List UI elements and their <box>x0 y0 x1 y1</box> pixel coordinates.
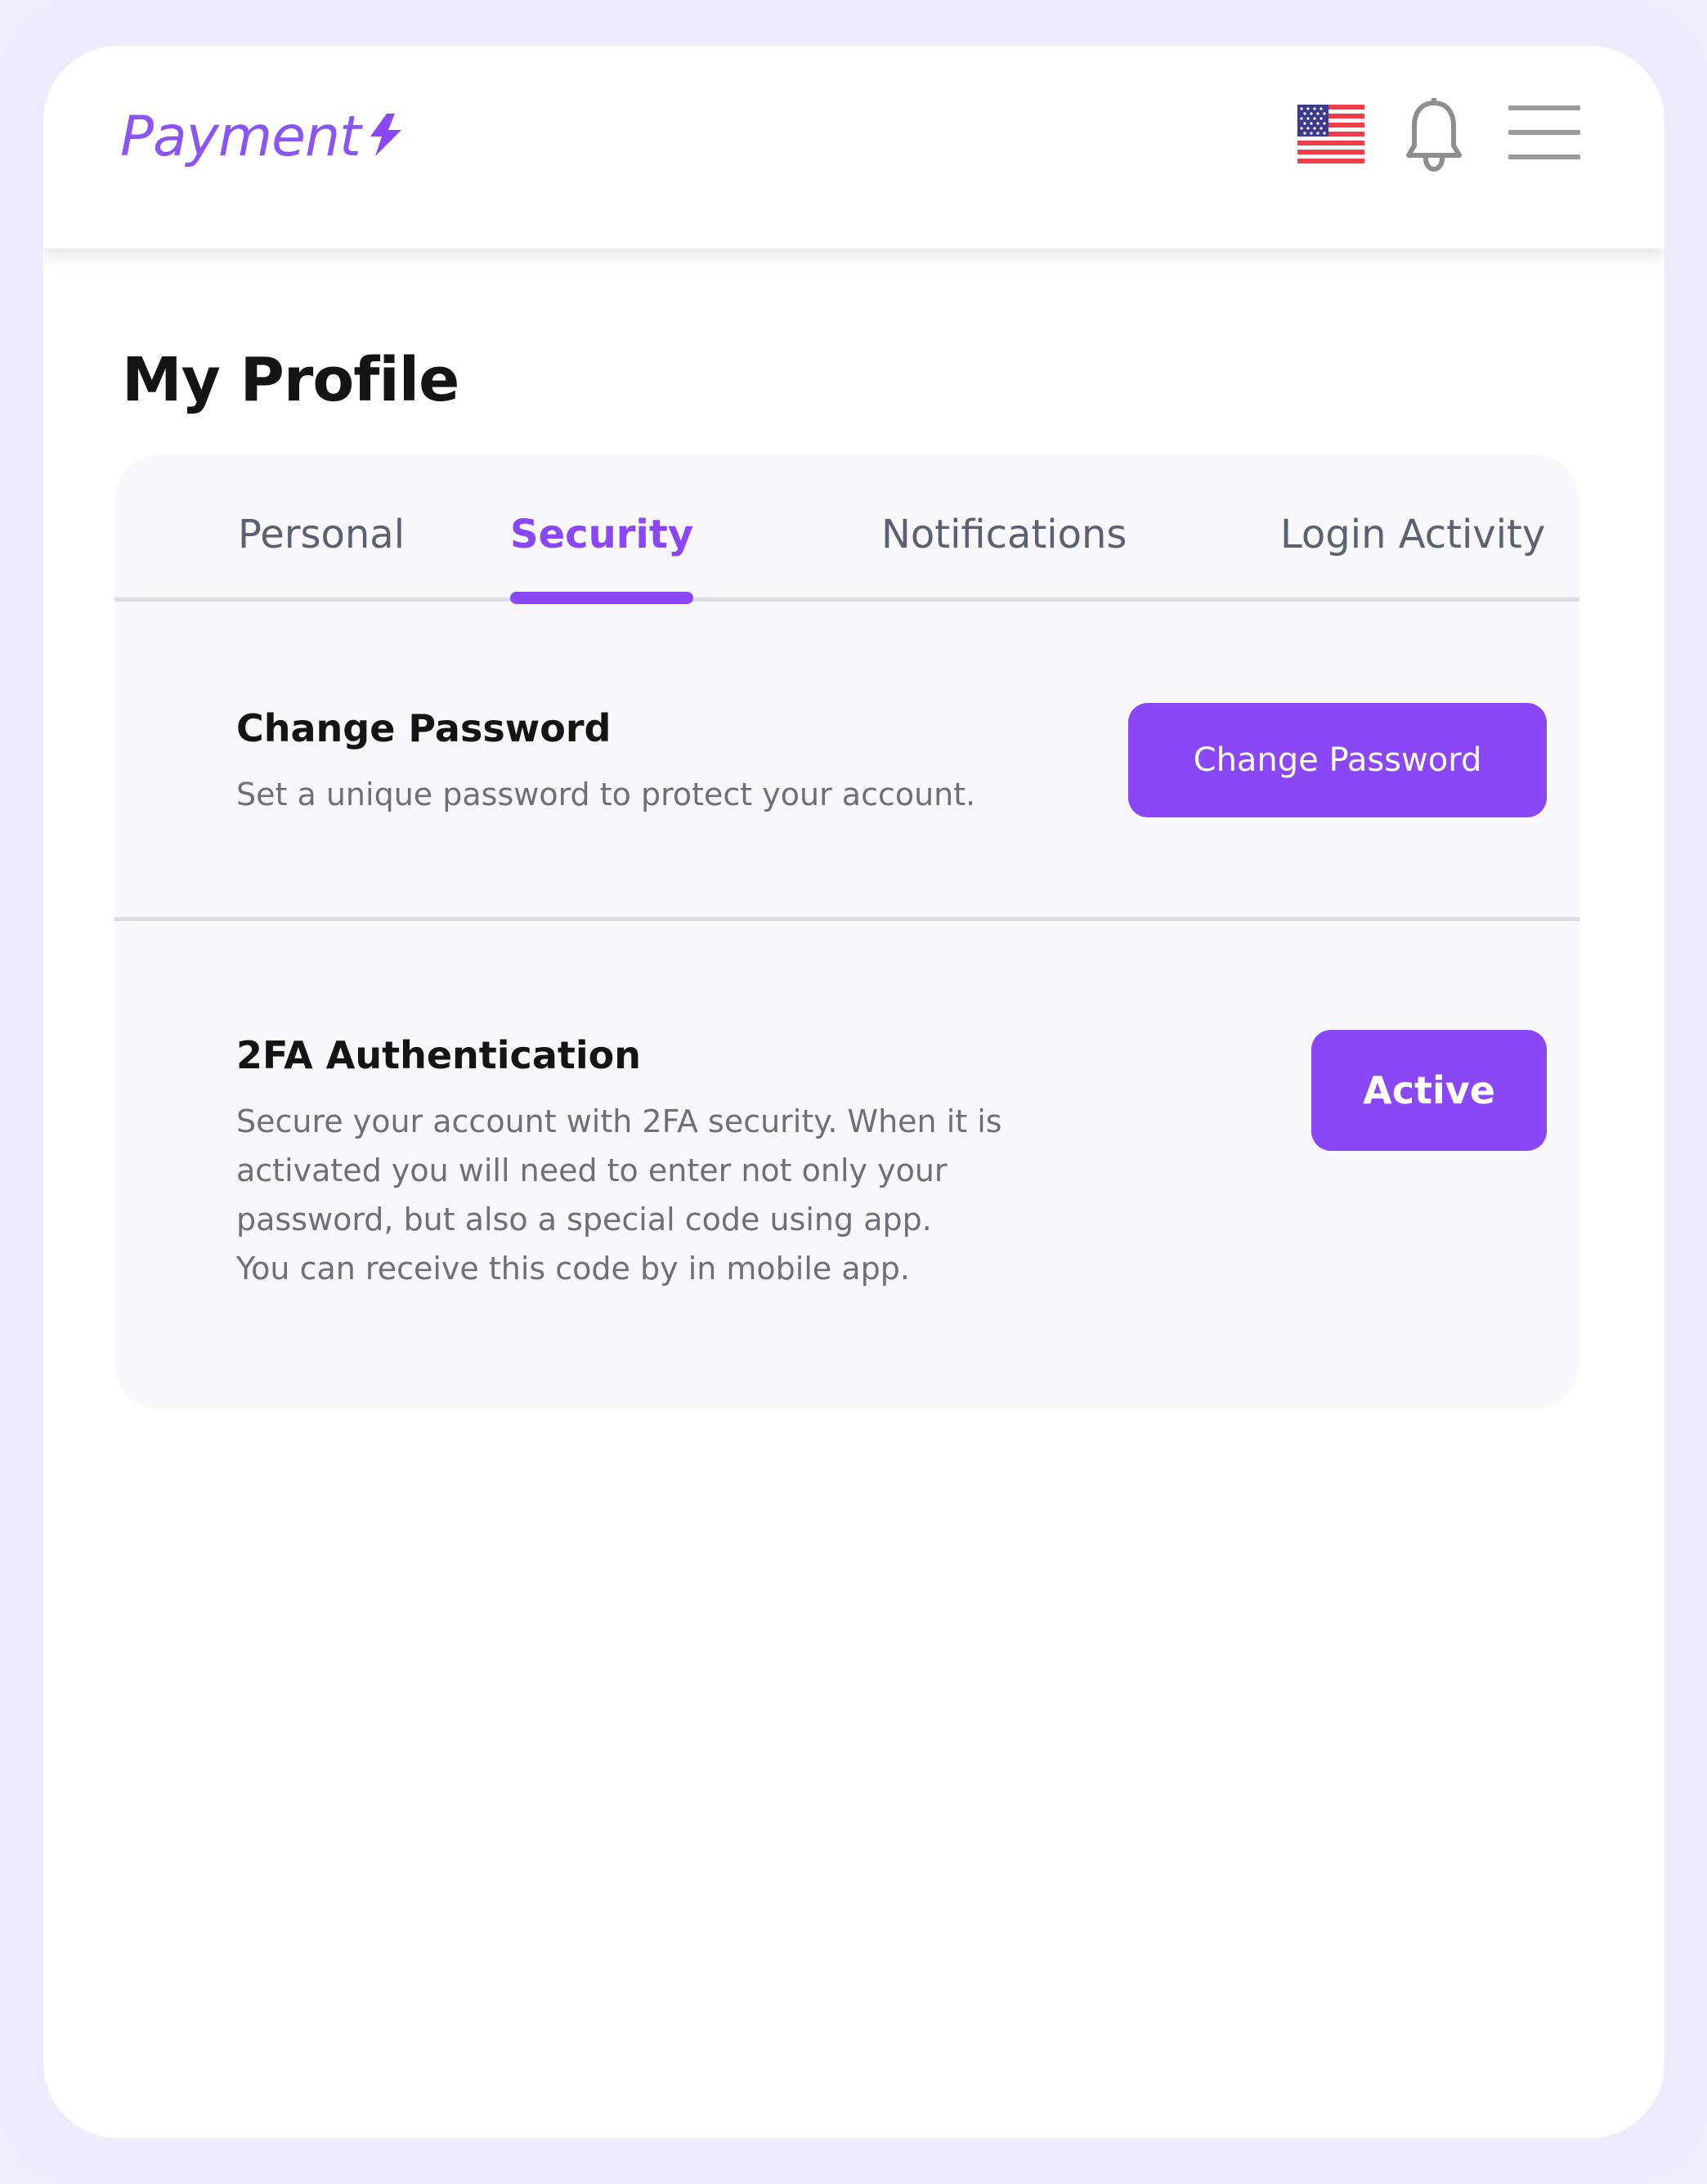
logo-text: Payment <box>120 105 361 169</box>
hamburger-menu-icon[interactable] <box>1508 103 1580 162</box>
change-password-description: Set a unique password to protect your ac… <box>236 776 976 812</box>
bell-icon[interactable] <box>1405 98 1463 173</box>
two-fa-active-button[interactable]: Active <box>1311 1030 1547 1151</box>
app-frame: Payment My Profile Personal Security Not… <box>0 0 1707 2184</box>
tab-personal[interactable]: Personal <box>238 512 405 557</box>
change-password-title: Change Password <box>236 706 612 750</box>
active-tab-indicator <box>510 592 693 604</box>
top-header: Payment <box>43 46 1664 248</box>
lightning-bolt-icon <box>370 113 401 156</box>
two-fa-description-line-4: You can receive this code by in mobile a… <box>236 1251 910 1287</box>
two-fa-description-line-2: activated you will need to enter not onl… <box>236 1152 948 1188</box>
tab-notifications[interactable]: Notifications <box>881 512 1127 557</box>
logo[interactable]: Payment <box>120 105 405 169</box>
tab-bar: Personal Security Notifications Login Ac… <box>114 454 1579 602</box>
us-flag-icon[interactable] <box>1297 105 1364 163</box>
tab-login-activity[interactable]: Login Activity <box>1280 512 1545 557</box>
profile-card: Personal Security Notifications Login Ac… <box>114 454 1579 1409</box>
two-fa-title: 2FA Authentication <box>236 1033 641 1077</box>
two-fa-description-line-1: Secure your account with 2FA security. W… <box>236 1103 1002 1139</box>
two-fa-description-line-3: password, but also a special code using … <box>236 1202 932 1237</box>
change-password-button[interactable]: Change Password <box>1128 703 1547 817</box>
device-screen: Payment My Profile Personal Security Not… <box>43 46 1664 2138</box>
page-title: My Profile <box>122 345 459 415</box>
section-divider <box>114 917 1579 921</box>
tab-security[interactable]: Security <box>510 512 693 557</box>
